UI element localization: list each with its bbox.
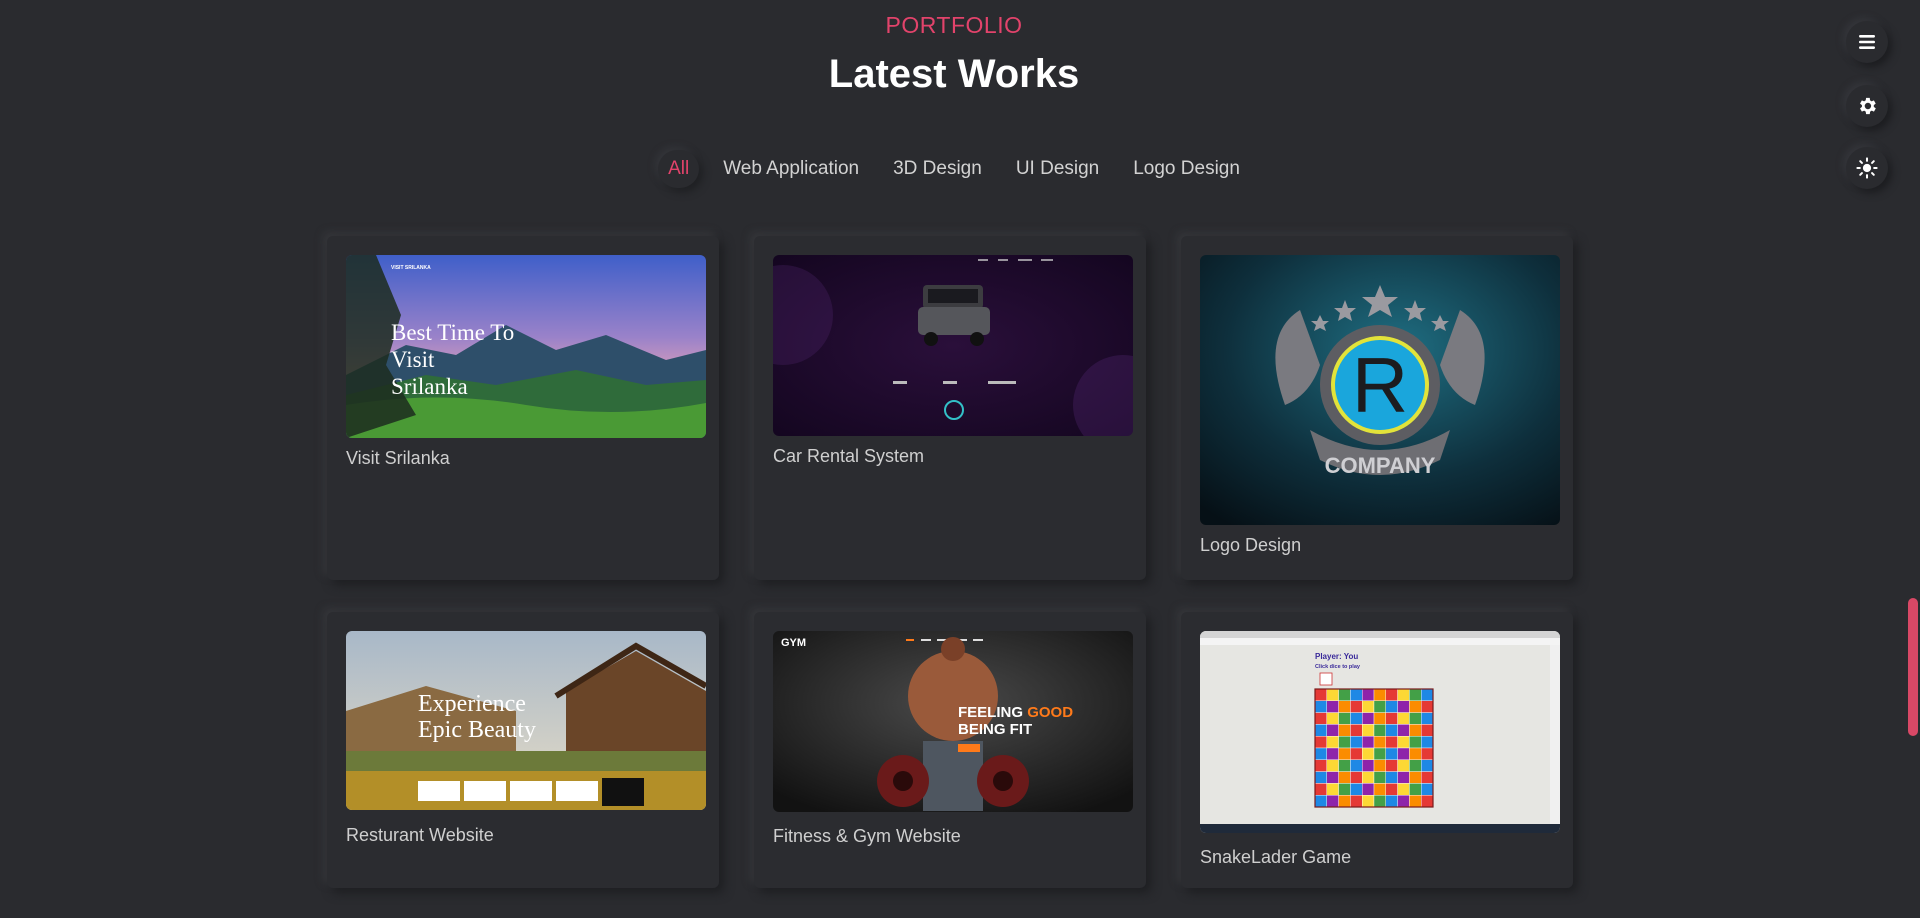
filter-logo-design[interactable]: Logo Design	[1123, 150, 1250, 188]
gym-headline-2: BEING FIT	[958, 721, 1032, 738]
settings-button[interactable]	[1846, 85, 1888, 127]
project-title: SnakeLader Game	[1200, 847, 1352, 867]
section-title: Latest Works	[828, 52, 1080, 96]
logo-text: COMPANY	[1325, 453, 1436, 478]
project-title: Visit Srilanka	[346, 448, 450, 468]
filter-web-application[interactable]: Web Application	[713, 150, 869, 188]
project-card[interactable]: R COMPANY Logo Design	[1181, 236, 1573, 580]
project-title: Resturant Website	[346, 825, 494, 845]
project-card[interactable]: VISIT SRILANKA Best Time To Visit Srilanka…	[327, 236, 719, 580]
project-card[interactable]: GYM FEELING GOOD BEING FIT Fitness & Gym…	[754, 612, 1146, 888]
gear-icon	[1860, 97, 1876, 115]
project-thumbnail-visit-srilanka[interactable]: VISIT SRILANKA Best Time To Visit Srilanka	[346, 255, 706, 438]
section-subtitle: PORTFOLIO	[885, 12, 1023, 38]
portfolio-filter-bar: All Web Application 3D Design UI Design …	[0, 150, 1908, 188]
menu-icon	[1859, 35, 1875, 49]
scrollbar-thumb[interactable]	[1908, 598, 1918, 736]
scrollbar-track[interactable]	[1906, 0, 1920, 918]
game-instruction: Click dice to play	[1315, 664, 1361, 670]
project-thumbnail-gym[interactable]: GYM FEELING GOOD BEING FIT	[773, 631, 1133, 812]
gym-brand: GYM	[781, 637, 806, 649]
filter-all[interactable]: All	[658, 150, 700, 188]
sun-icon	[1856, 157, 1878, 179]
gym-headline-1: FEELING GOOD	[958, 704, 1073, 721]
game-board[interactable]	[1314, 688, 1434, 808]
project-card[interactable]: Experience Epic Beauty Resturant Website	[327, 612, 719, 888]
thumb-headline: Experience Epic Beauty	[418, 691, 536, 743]
project-thumbnail-snakelader[interactable]: Player: You Click dice to play	[1200, 631, 1560, 833]
project-title: Fitness & Gym Website	[773, 826, 961, 846]
thumb-nav-brand: VISIT SRILANKA	[391, 265, 431, 271]
project-title: Car Rental System	[773, 446, 925, 466]
theme-toggle-button[interactable]	[1846, 147, 1888, 189]
filter-ui-design[interactable]: UI Design	[1006, 150, 1109, 188]
filter-3d-design[interactable]: 3D Design	[883, 150, 992, 188]
project-card[interactable]: Car Rental System	[754, 236, 1146, 580]
game-player-text: Player: You	[1315, 652, 1358, 661]
project-card[interactable]: Player: You Click dice to play SnakeLade…	[1181, 612, 1573, 888]
logo-letter: R	[1352, 341, 1408, 429]
project-thumbnail-resturant[interactable]: Experience Epic Beauty	[346, 631, 706, 810]
project-thumbnail-car-rental[interactable]	[773, 255, 1133, 436]
menu-button[interactable]	[1846, 21, 1888, 63]
project-title: Logo Design	[1200, 535, 1302, 555]
project-thumbnail-logo-design[interactable]: R COMPANY	[1200, 255, 1560, 525]
